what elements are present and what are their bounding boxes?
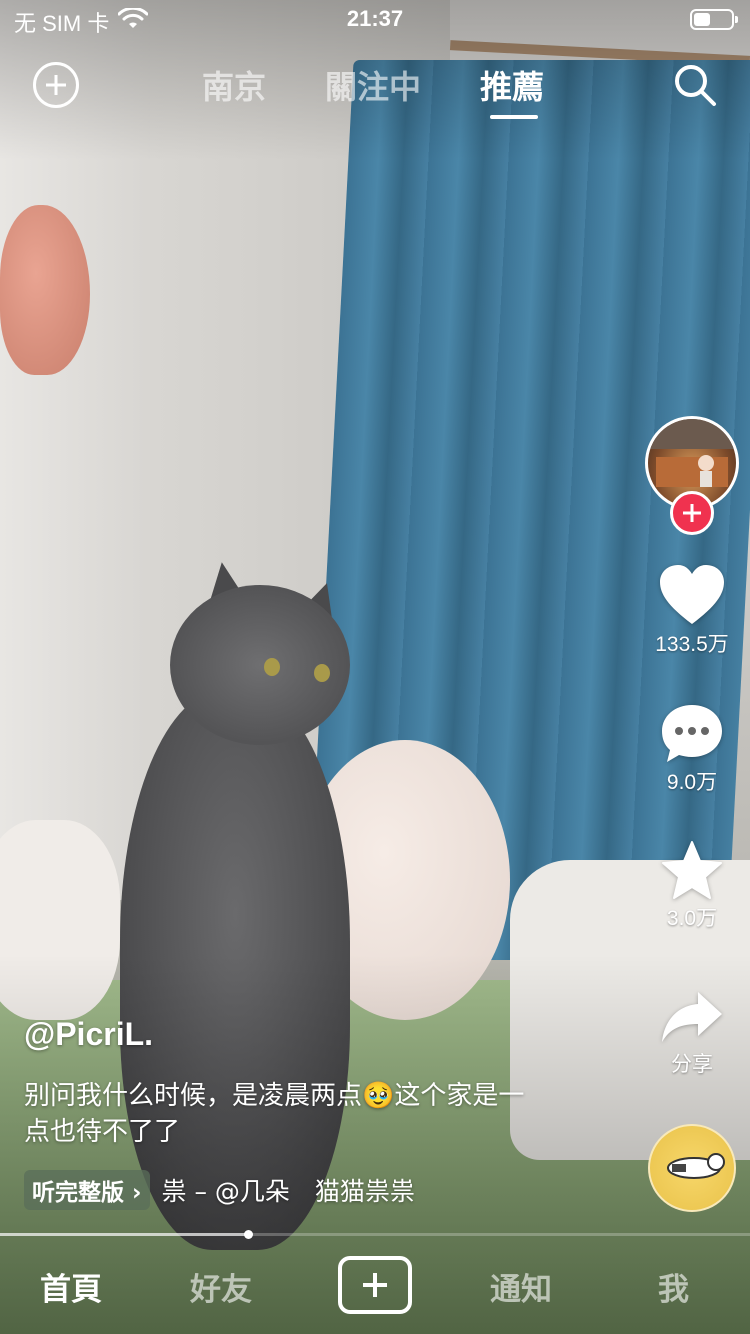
battery-icon (690, 9, 738, 30)
favorite-button[interactable]: 3.0万 (640, 840, 744, 932)
music-title: 祟 – @几朵 猫猫祟祟 (161, 1177, 415, 1206)
like-button[interactable]: 133.5万 (640, 564, 744, 658)
share-icon (662, 992, 722, 1042)
share-button[interactable]: 分享 (640, 988, 744, 1078)
top-tabs: 南京 關注中 推薦 (0, 62, 750, 122)
video-description: 别问我什么时候，是凌晨两点🥹这个家是一点也待不了了 (24, 1081, 525, 1147)
listen-full-button[interactable]: 听完整版 › (24, 1170, 150, 1210)
favorite-count: 3.0万 (666, 907, 718, 930)
music-disc[interactable] (648, 1124, 736, 1212)
status-bar: 无 SIM 卡 21:37 (0, 0, 750, 40)
battery-fill (694, 13, 711, 26)
tab-nanjing[interactable]: 南京 (202, 62, 266, 108)
comment-icon (662, 705, 722, 762)
author-name[interactable]: @PicriL. (24, 1016, 153, 1053)
nav-home[interactable]: 首頁 (40, 1264, 102, 1309)
create-button[interactable] (338, 1256, 412, 1314)
clock: 21:37 (346, 6, 404, 31)
listen-full-label: 听完整版 (32, 1180, 124, 1206)
bottom-nav: 首頁 好友 通知 我 (0, 1240, 750, 1334)
comment-count: 9.0万 (666, 771, 718, 794)
progress-handle[interactable] (243, 1230, 253, 1239)
tab-recommended[interactable]: 推薦 (480, 62, 544, 108)
cat-eye (314, 664, 330, 682)
music-row[interactable]: 听完整版 › 祟 – @几朵 猫猫祟祟 (24, 1170, 415, 1210)
like-count: 133.5万 (655, 633, 729, 656)
heart-icon (660, 565, 724, 624)
video-progress[interactable] (0, 1230, 750, 1239)
comment-button[interactable]: 9.0万 (640, 702, 744, 796)
active-tab-indicator (490, 115, 538, 119)
cat-eye (264, 658, 280, 676)
nav-friends[interactable]: 好友 (190, 1264, 252, 1309)
chevron-right-icon: › (132, 1180, 142, 1206)
nav-notifications[interactable]: 通知 (490, 1264, 552, 1309)
follow-button[interactable] (670, 491, 714, 535)
progress-fill (0, 1233, 248, 1236)
tab-following[interactable]: 關注中 (325, 62, 421, 108)
share-label: 分享 (671, 1053, 713, 1076)
star-icon (662, 841, 722, 899)
nav-profile[interactable]: 我 (658, 1264, 689, 1309)
search-icon[interactable] (672, 62, 718, 108)
